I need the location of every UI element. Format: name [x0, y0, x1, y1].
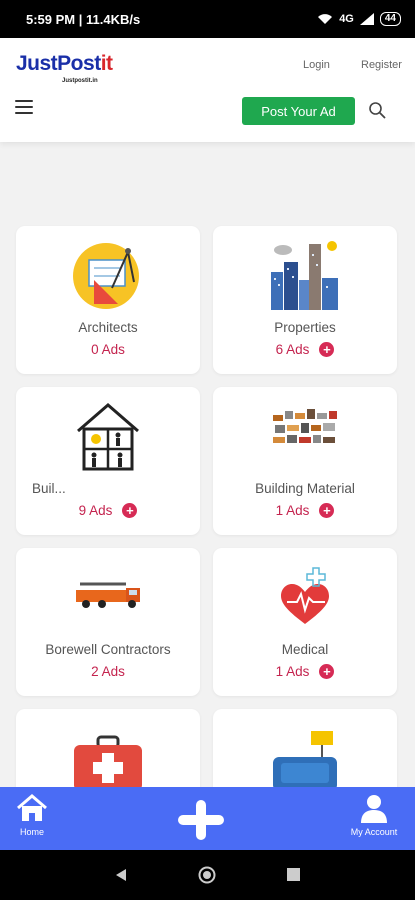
architect-icon — [73, 243, 139, 309]
category-ad-count: 1 Ads + — [213, 503, 397, 518]
builder-house-icon — [77, 403, 139, 471]
status-time: 5:59 PM | 11.4KB/s — [26, 11, 141, 27]
category-card-building-material[interactable]: Building Material 1 Ads + — [213, 387, 397, 535]
category-ad-count: 0 Ads — [91, 342, 125, 357]
nav-home[interactable]: Home — [14, 793, 50, 837]
nav-my-account[interactable]: My Account — [346, 793, 402, 837]
first-aid-kit-icon — [74, 735, 142, 791]
hamburger-menu-icon[interactable] — [15, 100, 33, 114]
login-link[interactable]: Login — [303, 59, 330, 71]
category-title: Buil... — [32, 481, 66, 496]
category-card-borewell-contractors[interactable]: Borewell Contractors 2 Ads — [16, 548, 200, 696]
category-card-medical[interactable]: Medical 1 Ads + — [213, 548, 397, 696]
network-type: 4G — [339, 13, 354, 25]
register-link[interactable]: Register — [361, 59, 402, 71]
category-ad-count: 1 Ads + — [213, 664, 397, 679]
category-ad-count: 6 Ads + — [213, 342, 397, 357]
bottom-navigation: Home My Account — [0, 787, 415, 850]
system-navigation-bar — [0, 850, 415, 900]
logo-subtitle: Justpostit.in — [62, 78, 98, 84]
logo-wordmark: JustPostit — [16, 52, 113, 75]
category-ad-count: 9 Ads + — [16, 503, 200, 518]
category-title: Architects — [78, 320, 138, 335]
status-bar: 5:59 PM | 11.4KB/s 4G 44 — [0, 0, 415, 38]
signal-icon — [359, 13, 374, 25]
home-circle-icon[interactable] — [198, 866, 216, 884]
recents-icon[interactable] — [287, 868, 300, 881]
category-title: Building Material — [255, 481, 355, 496]
category-title: Properties — [274, 320, 336, 335]
app-logo[interactable]: JustPostit Justpostit.in — [16, 52, 113, 84]
add-ad-icon[interactable]: + — [319, 664, 335, 679]
category-card-architects[interactable]: Architects 0 Ads — [16, 226, 200, 374]
post-your-ad-button[interactable]: Post Your Ad — [242, 97, 355, 125]
borewell-truck-icon — [76, 582, 140, 608]
category-card-properties[interactable]: Properties 6 Ads + — [213, 226, 397, 374]
status-icons: 4G 44 — [317, 12, 401, 26]
add-ad-icon[interactable]: + — [122, 503, 138, 518]
add-ad-icon[interactable]: + — [319, 342, 335, 357]
back-icon[interactable] — [114, 868, 128, 882]
user-account-icon — [361, 795, 387, 823]
category-title: Borewell Contractors — [45, 642, 171, 657]
medical-heart-icon — [281, 567, 329, 624]
buildings-icon — [271, 241, 338, 310]
category-ad-count: 2 Ads — [91, 664, 125, 679]
add-post-icon[interactable] — [178, 800, 224, 840]
wifi-icon — [318, 14, 333, 24]
home-icon — [17, 794, 47, 821]
sofa-icon — [273, 731, 337, 791]
battery-icon: 44 — [379, 12, 401, 26]
category-card-builders[interactable]: Buil... 9 Ads + — [16, 387, 200, 535]
app-header: JustPostit Justpostit.in Login Register … — [0, 38, 415, 142]
nav-account-label: My Account — [350, 827, 398, 837]
search-icon[interactable] — [368, 101, 386, 119]
building-material-icon — [273, 409, 337, 443]
nav-home-label: Home — [19, 827, 44, 837]
add-ad-icon[interactable]: + — [319, 503, 335, 518]
category-title: Medical — [281, 642, 329, 657]
